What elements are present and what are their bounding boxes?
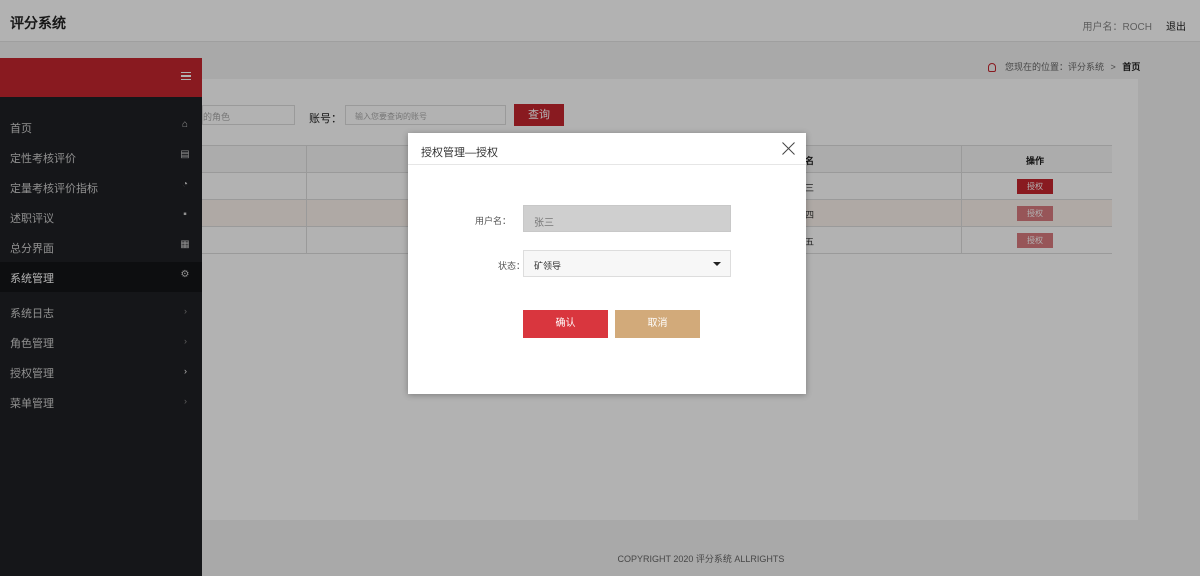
status-selected-value: 矿领导 <box>534 261 562 271</box>
status-label: 状态： <box>498 261 526 271</box>
dialog-header: 授权管理—授权 <box>408 133 806 165</box>
status-select[interactable]: 矿领导 <box>523 250 731 277</box>
chevron-down-icon <box>713 262 721 266</box>
username-field[interactable]: 张三 <box>523 205 731 232</box>
close-icon[interactable] <box>782 142 795 155</box>
cancel-button[interactable]: 取消 <box>615 310 700 338</box>
confirm-button[interactable]: 确认 <box>523 310 608 338</box>
username-label: 用户名： <box>475 216 512 226</box>
authorize-dialog: 授权管理—授权 用户名： 张三 状态： 矿领导 确认 取消 <box>408 133 806 394</box>
dialog-title: 授权管理—授权 <box>421 147 498 159</box>
